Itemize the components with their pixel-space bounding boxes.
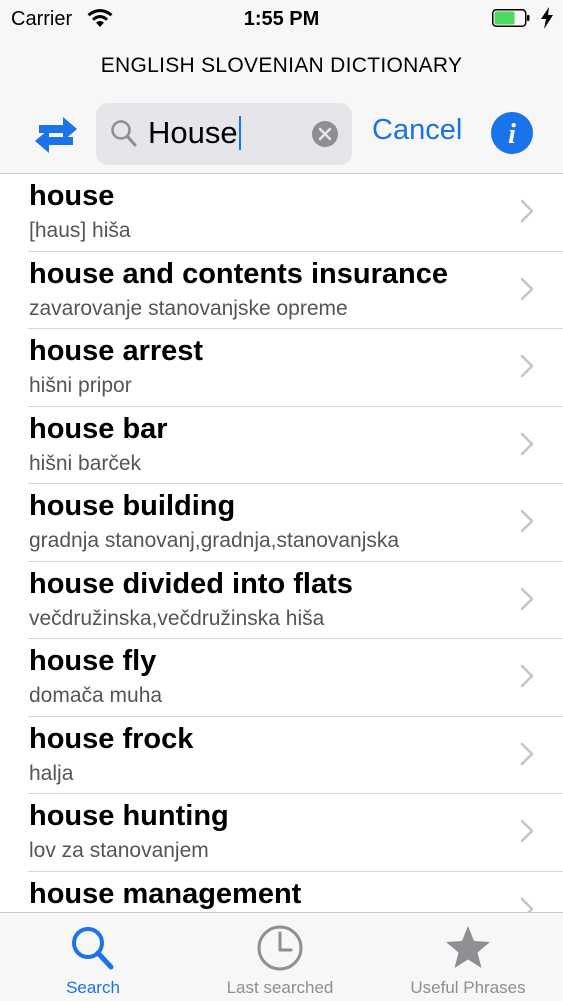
result-slovenian-translation: [haus] hiša [29, 219, 131, 242]
chevron-right-icon [520, 277, 534, 300]
result-english-term: house building [29, 490, 236, 522]
result-english-term: house and contents insurance [29, 257, 448, 290]
clear-search-icon[interactable] [311, 120, 339, 148]
result-english-term: house frock [29, 722, 194, 755]
result-row[interactable]: house bar hišni barček [28, 407, 563, 484]
star-icon [446, 926, 490, 968]
results-list[interactable]: house [haus] hiša house and contents insur… [0, 174, 563, 912]
result-english-term: house bar [29, 412, 168, 445]
charging-bolt-icon [541, 7, 553, 29]
result-slovenian-translation: hišni barček [29, 451, 142, 475]
result-slovenian-translation: lov za stanovanjem [29, 839, 209, 862]
chevron-right-icon [520, 509, 534, 533]
text-caret [238, 115, 241, 150]
chevron-right-icon [520, 432, 534, 455]
result-slovenian-translation: zavarovanje stanovanjske opreme [29, 296, 348, 320]
svg-text:i: i [508, 119, 516, 150]
result-row[interactable]: house hunting lov za stanovanjem [28, 794, 563, 872]
result-row[interactable]: house management [28, 872, 563, 912]
result-row[interactable]: house frock halja [28, 717, 563, 794]
result-slovenian-translation: domača muha [29, 684, 163, 707]
clock-time: 1:55 PM [243, 8, 320, 30]
chevron-right-icon [520, 199, 534, 223]
tab-bar: Search Last searched Useful Phrases [0, 912, 563, 1001]
tab-search-label: Search [66, 978, 120, 997]
tab-useful-phrases-label: Useful Phrases [410, 978, 526, 997]
result-row[interactable]: house arrest hišni pripor [28, 329, 563, 407]
result-english-term: house divided into flats [29, 567, 353, 600]
page-title: ENGLISH SLOVENIAN DICTIONARY [100, 54, 463, 77]
search-input[interactable]: House [148, 112, 241, 154]
tab-last-searched[interactable]: Last searched [210, 913, 350, 1001]
result-row[interactable]: house and contents insurance zavarovanje … [28, 252, 563, 329]
result-english-term: house hunting [29, 800, 229, 832]
chevron-right-icon [520, 819, 534, 843]
battery-icon [492, 9, 530, 27]
search-icon [111, 120, 137, 147]
search-tab-icon [72, 927, 114, 970]
info-icon[interactable]: i [490, 111, 534, 155]
result-english-term: house [29, 180, 115, 212]
result-english-term: house fly [29, 645, 157, 677]
swap-language-icon[interactable] [33, 111, 79, 157]
result-slovenian-translation: hišni pripor [29, 374, 132, 397]
chevron-right-icon [520, 897, 534, 912]
cancel-button[interactable]: Cancel [372, 114, 462, 147]
tab-last-searched-label: Last searched [226, 978, 334, 997]
result-english-term: house management [29, 877, 302, 910]
chevron-right-icon [520, 664, 534, 688]
result-row[interactable]: house [haus] hiša [28, 174, 563, 252]
tab-search[interactable]: Search [33, 913, 153, 1001]
chevron-right-icon [520, 742, 534, 765]
status-bar: Carrier 1:55 PM [0, 0, 563, 40]
result-english-term: house arrest [29, 335, 204, 367]
clock-icon [257, 925, 303, 971]
tab-useful-phrases[interactable]: Useful Phrases [398, 913, 538, 1001]
result-row[interactable]: house divided into flats večdružinska,več… [28, 562, 563, 639]
result-slovenian-translation: halja [29, 761, 74, 785]
chevron-right-icon [520, 354, 534, 378]
result-row[interactable]: house fly domača muha [28, 639, 563, 717]
result-slovenian-translation: gradnja stanovanj,gradnja,stanovanjska [29, 529, 400, 552]
chevron-right-icon [520, 587, 534, 610]
result-slovenian-translation: večdružinska,večdružinska hiša [29, 606, 325, 630]
navigation-header: Carrier 1:55 PM ENGLISH SLOVENIAN DICTIO… [0, 0, 563, 174]
result-row[interactable]: house building gradnja stanovanj,gradnja,… [28, 484, 563, 562]
